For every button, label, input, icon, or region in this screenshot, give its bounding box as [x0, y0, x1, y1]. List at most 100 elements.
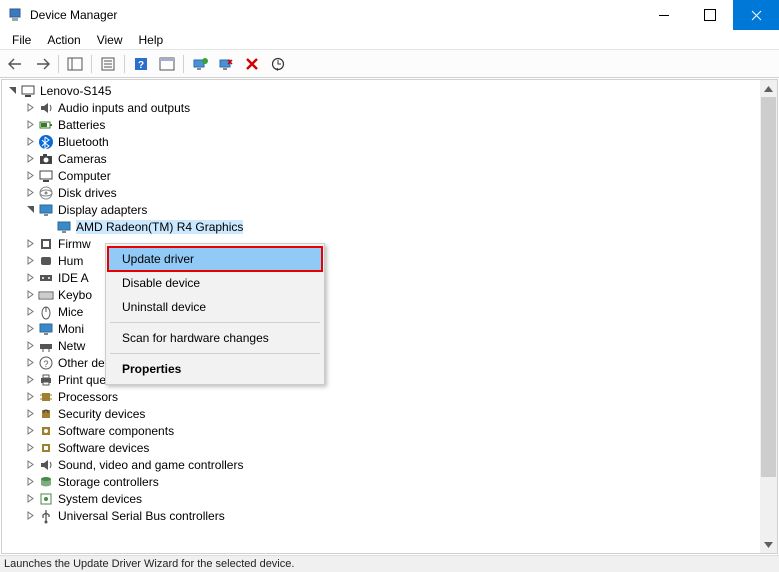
scroll-down-button[interactable] — [760, 536, 777, 553]
expand-caret-icon[interactable] — [24, 443, 37, 452]
update-driver-button[interactable] — [188, 53, 212, 75]
tree-item[interactable]: System devices — [4, 490, 777, 507]
expand-caret-icon[interactable] — [24, 460, 37, 469]
computer-icon — [38, 168, 54, 184]
storage-icon — [38, 474, 54, 490]
tree-item[interactable]: Security devices — [4, 405, 777, 422]
expand-caret-icon[interactable] — [24, 154, 37, 163]
minimize-button[interactable] — [641, 0, 687, 30]
collapse-caret-icon[interactable] — [6, 86, 19, 95]
tree-item-label: Storage controllers — [58, 475, 159, 489]
expand-caret-icon[interactable] — [24, 120, 37, 129]
tree-item[interactable]: Lenovo-S145 — [4, 82, 777, 99]
expand-caret-icon[interactable] — [24, 103, 37, 112]
firmware-icon — [38, 236, 54, 252]
tree-item-label: Cameras — [58, 152, 107, 166]
menu-view[interactable]: View — [89, 31, 131, 49]
tree-item-label: Computer — [58, 169, 111, 183]
show-hide-console-tree-button[interactable] — [63, 53, 87, 75]
expand-caret-icon[interactable] — [24, 256, 37, 265]
tree-item[interactable]: Display adapters — [4, 201, 777, 218]
back-button[interactable] — [4, 53, 28, 75]
context-menu-item[interactable]: Disable device — [108, 271, 322, 295]
tree-item[interactable]: Cameras — [4, 150, 777, 167]
tree-item[interactable]: Software devices — [4, 439, 777, 456]
expand-caret-icon[interactable] — [24, 392, 37, 401]
disable-device-button[interactable] — [214, 53, 238, 75]
menu-action[interactable]: Action — [39, 31, 88, 49]
help-button[interactable]: ? — [129, 53, 153, 75]
tree-item-label: Audio inputs and outputs — [58, 101, 190, 115]
expand-caret-icon[interactable] — [24, 341, 37, 350]
vertical-scrollbar[interactable] — [760, 80, 777, 553]
context-menu-item[interactable]: Scan for hardware changes — [108, 326, 322, 350]
scroll-up-button[interactable] — [760, 80, 777, 97]
expand-caret-icon[interactable] — [24, 239, 37, 248]
other-icon: ? — [38, 355, 54, 371]
menubar: File Action View Help — [0, 30, 779, 50]
tree-item[interactable]: Processors — [4, 388, 777, 405]
network-icon — [38, 338, 54, 354]
tree-item-label: Hum — [58, 254, 83, 268]
context-menu-item[interactable]: Uninstall device — [108, 295, 322, 319]
expand-caret-icon[interactable] — [24, 426, 37, 435]
expand-caret-icon[interactable] — [24, 477, 37, 486]
scan-hardware-button[interactable] — [266, 53, 290, 75]
menu-help[interactable]: Help — [131, 31, 172, 49]
tree-item-label: Batteries — [58, 118, 105, 132]
tree-item[interactable]: Software components — [4, 422, 777, 439]
ide-icon — [38, 270, 54, 286]
tree-item[interactable]: Sound, video and game controllers — [4, 456, 777, 473]
window-title: Device Manager — [30, 8, 641, 22]
expand-caret-icon[interactable] — [24, 358, 37, 367]
tree-item-label: Software components — [58, 424, 174, 438]
tree-item[interactable]: Bluetooth — [4, 133, 777, 150]
tree-item[interactable]: Computer — [4, 167, 777, 184]
expand-caret-icon[interactable] — [24, 273, 37, 282]
tree-item[interactable]: Storage controllers — [4, 473, 777, 490]
context-menu-item[interactable]: Properties — [108, 357, 322, 381]
expand-caret-icon[interactable] — [24, 494, 37, 503]
toolbar: ? — [0, 50, 779, 78]
expand-caret-icon[interactable] — [24, 171, 37, 180]
expand-caret-icon[interactable] — [24, 324, 37, 333]
tree-item[interactable]: AMD Radeon(TM) R4 Graphics — [4, 218, 777, 235]
menu-file[interactable]: File — [4, 31, 39, 49]
tree-item[interactable]: Batteries — [4, 116, 777, 133]
properties-button[interactable] — [96, 53, 120, 75]
expand-caret-icon[interactable] — [24, 290, 37, 299]
separator — [124, 55, 125, 73]
action-button[interactable] — [155, 53, 179, 75]
swcomp-icon — [38, 423, 54, 439]
tree-item-label: Disk drives — [58, 186, 117, 200]
context-menu-item[interactable]: Update driver — [108, 247, 322, 271]
tree-item-label: Universal Serial Bus controllers — [58, 509, 225, 523]
context-menu: Update driverDisable deviceUninstall dev… — [105, 243, 325, 385]
tree-item[interactable]: Universal Serial Bus controllers — [4, 507, 777, 524]
titlebar: Device Manager — [0, 0, 779, 30]
expand-caret-icon[interactable] — [24, 188, 37, 197]
expand-caret-icon[interactable] — [24, 137, 37, 146]
tree-item[interactable]: Disk drives — [4, 184, 777, 201]
collapse-caret-icon[interactable] — [24, 205, 37, 214]
hid-icon — [38, 253, 54, 269]
uninstall-device-button[interactable] — [240, 53, 264, 75]
close-button[interactable] — [733, 0, 779, 30]
forward-button[interactable] — [30, 53, 54, 75]
window-controls — [641, 0, 779, 30]
maximize-button[interactable] — [687, 0, 733, 30]
tree-item[interactable]: Audio inputs and outputs — [4, 99, 777, 116]
expand-caret-icon[interactable] — [24, 375, 37, 384]
separator — [58, 55, 59, 73]
svg-text:?: ? — [43, 359, 48, 369]
speaker-icon — [38, 457, 54, 473]
expand-caret-icon[interactable] — [24, 511, 37, 520]
expand-caret-icon[interactable] — [24, 409, 37, 418]
scrollbar-thumb[interactable] — [761, 97, 776, 477]
expand-caret-icon[interactable] — [24, 307, 37, 316]
tree-item-label: Sound, video and game controllers — [58, 458, 243, 472]
tree-item-label: Bluetooth — [58, 135, 109, 149]
tree-item-label: Security devices — [58, 407, 145, 421]
device-manager-icon — [8, 7, 24, 23]
separator — [91, 55, 92, 73]
